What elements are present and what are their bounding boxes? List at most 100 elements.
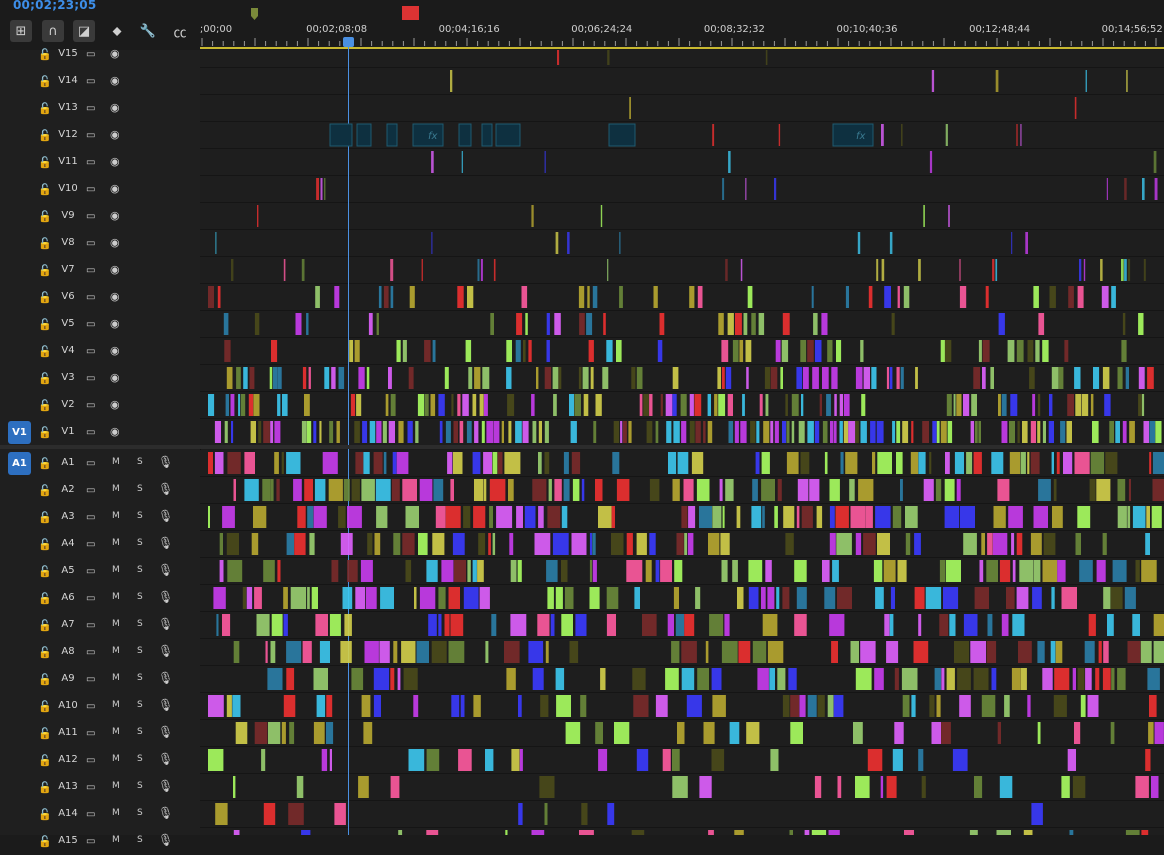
insert-overwrite-icon[interactable]: ⊞ <box>10 20 32 42</box>
solo-button[interactable]: S <box>137 781 143 791</box>
lock-icon[interactable]: 🔓 <box>38 318 52 331</box>
sync-lock-icon[interactable]: ▭ <box>86 674 95 685</box>
sync-lock-icon[interactable]: ▭ <box>86 458 95 469</box>
microphone-icon[interactable]: 🎙 <box>158 698 173 712</box>
sync-lock-icon[interactable]: ▭ <box>86 647 95 658</box>
sync-lock-icon[interactable]: ▭ <box>86 76 95 87</box>
mute-button[interactable]: M <box>112 484 120 494</box>
lock-icon[interactable]: 🔓 <box>38 781 52 794</box>
sync-lock-icon[interactable]: ▭ <box>86 755 95 766</box>
lock-icon[interactable]: 🔓 <box>38 484 52 497</box>
lock-icon[interactable]: 🔓 <box>38 264 52 277</box>
source-target-v1[interactable]: V1 <box>8 421 31 444</box>
lock-icon[interactable]: 🔓 <box>38 592 52 605</box>
microphone-icon[interactable]: 🎙 <box>158 644 173 658</box>
eye-icon[interactable]: ◉ <box>110 425 120 438</box>
eye-icon[interactable]: ◉ <box>110 398 120 411</box>
sync-lock-icon[interactable]: ▭ <box>86 400 95 411</box>
settings-wrench-icon[interactable]: 🔧 <box>137 20 159 42</box>
linked-selection-icon[interactable]: ◪ <box>73 20 95 42</box>
sync-lock-icon[interactable]: ▭ <box>86 238 95 249</box>
microphone-icon[interactable]: 🎙 <box>158 590 173 604</box>
microphone-icon[interactable]: 🎙 <box>158 455 173 469</box>
sync-lock-icon[interactable]: ▭ <box>86 103 95 114</box>
microphone-icon[interactable]: 🎙 <box>158 482 173 496</box>
lock-icon[interactable]: 🔓 <box>38 183 52 196</box>
mute-button[interactable]: M <box>112 727 120 737</box>
lock-icon[interactable]: 🔓 <box>38 129 52 142</box>
lock-icon[interactable]: 🔓 <box>38 372 52 385</box>
lock-icon[interactable]: 🔓 <box>38 102 52 115</box>
sync-lock-icon[interactable]: ▭ <box>86 319 95 330</box>
solo-button[interactable]: S <box>137 673 143 683</box>
microphone-icon[interactable]: 🎙 <box>158 806 173 820</box>
lock-icon[interactable]: 🔓 <box>38 673 52 686</box>
mute-button[interactable]: M <box>112 781 120 791</box>
eye-icon[interactable]: ◉ <box>110 317 120 330</box>
sync-lock-icon[interactable]: ▭ <box>86 809 95 820</box>
lock-icon[interactable]: 🔓 <box>38 345 52 358</box>
mute-button[interactable]: M <box>112 457 120 467</box>
mute-button[interactable]: M <box>112 538 120 548</box>
eye-icon[interactable]: ◉ <box>110 155 120 168</box>
mute-button[interactable]: M <box>112 565 120 575</box>
solo-button[interactable]: S <box>137 619 143 629</box>
lock-icon[interactable]: 🔓 <box>38 511 52 524</box>
microphone-icon[interactable]: 🎙 <box>158 725 173 739</box>
microphone-icon[interactable]: 🎙 <box>158 617 173 631</box>
lock-icon[interactable]: 🔓 <box>38 156 52 169</box>
microphone-icon[interactable]: 🎙 <box>158 536 173 550</box>
eye-icon[interactable]: ◉ <box>110 290 120 303</box>
eye-icon[interactable]: ◉ <box>110 263 120 276</box>
eye-icon[interactable]: ◉ <box>110 182 120 195</box>
playhead-timecode[interactable]: 00;02;23;05 <box>13 0 96 12</box>
sync-lock-icon[interactable]: ▭ <box>86 836 95 847</box>
eye-icon[interactable]: ◉ <box>110 236 120 249</box>
solo-button[interactable]: S <box>137 592 143 602</box>
microphone-icon[interactable]: 🎙 <box>158 509 173 523</box>
sync-lock-icon[interactable]: ▭ <box>86 49 95 60</box>
eye-icon[interactable]: ◉ <box>110 209 120 222</box>
lock-icon[interactable]: 🔓 <box>38 538 52 551</box>
mute-button[interactable]: M <box>112 835 120 845</box>
solo-button[interactable]: S <box>137 754 143 764</box>
mute-button[interactable]: M <box>112 700 120 710</box>
sync-lock-icon[interactable]: ▭ <box>86 485 95 496</box>
solo-button[interactable]: S <box>137 484 143 494</box>
microphone-icon[interactable]: 🎙 <box>158 563 173 577</box>
mute-button[interactable]: M <box>112 646 120 656</box>
mute-button[interactable]: M <box>112 511 120 521</box>
eye-icon[interactable]: ◉ <box>110 371 120 384</box>
solo-button[interactable]: S <box>137 700 143 710</box>
solo-button[interactable]: S <box>137 457 143 467</box>
sync-lock-icon[interactable]: ▭ <box>86 701 95 712</box>
microphone-icon[interactable]: 🎙 <box>158 671 173 685</box>
sync-lock-icon[interactable]: ▭ <box>86 539 95 550</box>
sync-lock-icon[interactable]: ▭ <box>86 346 95 357</box>
lock-icon[interactable]: 🔓 <box>38 727 52 740</box>
lock-icon[interactable]: 🔓 <box>38 291 52 304</box>
solo-button[interactable]: S <box>137 727 143 737</box>
solo-button[interactable]: S <box>137 835 143 845</box>
mute-button[interactable]: M <box>112 808 120 818</box>
mute-button[interactable]: M <box>112 754 120 764</box>
sync-lock-icon[interactable]: ▭ <box>86 265 95 276</box>
lock-icon[interactable]: 🔓 <box>38 619 52 632</box>
lock-icon[interactable]: 🔓 <box>38 237 52 250</box>
sync-lock-icon[interactable]: ▭ <box>86 184 95 195</box>
add-marker-icon[interactable]: ⬥ <box>106 20 128 42</box>
lock-icon[interactable]: 🔓 <box>38 835 52 848</box>
sync-lock-icon[interactable]: ▭ <box>86 427 95 438</box>
lock-icon[interactable]: 🔓 <box>38 48 52 61</box>
solo-button[interactable]: S <box>137 565 143 575</box>
sync-lock-icon[interactable]: ▭ <box>86 566 95 577</box>
solo-button[interactable]: S <box>137 808 143 818</box>
lock-icon[interactable]: 🔓 <box>38 646 52 659</box>
lock-icon[interactable]: 🔓 <box>38 754 52 767</box>
source-target-a1[interactable]: A1 <box>8 452 31 475</box>
captions-icon[interactable]: ㏄ <box>169 20 191 42</box>
mute-button[interactable]: M <box>112 592 120 602</box>
lock-icon[interactable]: 🔓 <box>38 426 52 439</box>
microphone-icon[interactable]: 🎙 <box>158 752 173 766</box>
mute-button[interactable]: M <box>112 673 120 683</box>
